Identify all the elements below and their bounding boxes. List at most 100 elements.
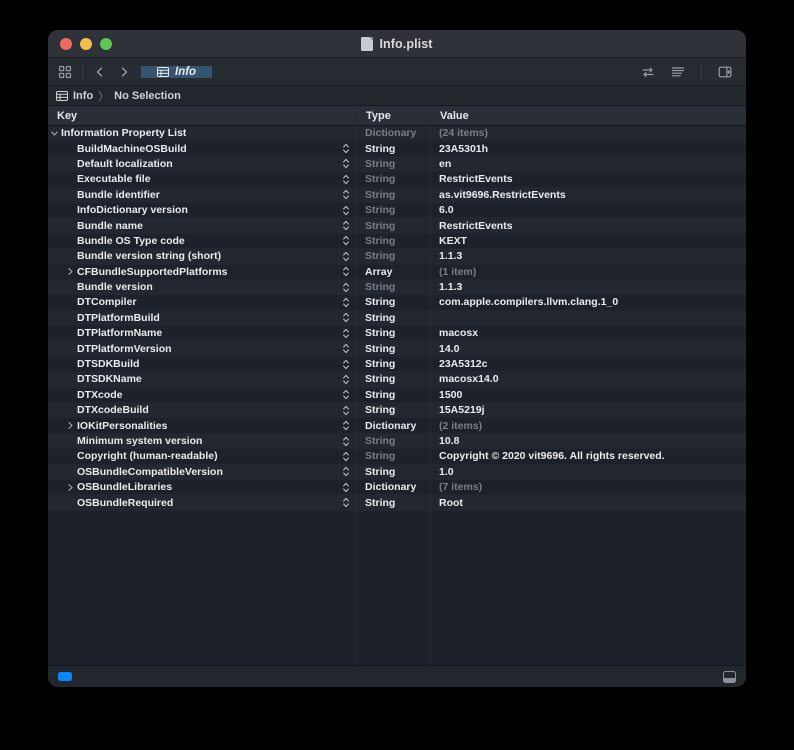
cell-type[interactable]: Array [356, 265, 430, 279]
cell-value[interactable]: 23A5301h [430, 141, 746, 155]
type-stepper-icon[interactable] [340, 205, 352, 216]
cell-key[interactable]: OSBundleCompatibleVersion [48, 465, 356, 479]
type-stepper-icon[interactable] [340, 266, 352, 277]
cell-key[interactable]: Bundle version string (short) [48, 249, 356, 263]
cell-value[interactable]: macosx14.0 [430, 372, 746, 386]
cell-type[interactable]: Dictionary [356, 126, 430, 140]
cell-type[interactable]: String [356, 141, 430, 155]
cell-value[interactable]: 23A5312c [430, 357, 746, 371]
type-stepper-icon[interactable] [340, 436, 352, 447]
cell-key[interactable]: IOKitPersonalities [48, 418, 356, 432]
type-stepper-icon[interactable] [340, 312, 352, 323]
cell-key[interactable]: Default localization [48, 157, 356, 171]
type-stepper-icon[interactable] [340, 235, 352, 246]
cell-key[interactable]: Bundle name [48, 218, 356, 232]
cell-key[interactable]: DTCompiler [48, 295, 356, 309]
cell-key[interactable]: DTPlatformBuild [48, 311, 356, 325]
forward-chevron-icon[interactable] [113, 61, 135, 83]
cell-value[interactable]: 1.0 [430, 465, 746, 479]
cell-value[interactable]: (24 items) [430, 126, 746, 140]
table-row[interactable]: BuildMachineOSBuild String 23A5301h [48, 141, 746, 157]
cell-key[interactable]: DTSDKBuild [48, 357, 356, 371]
cell-type[interactable]: String [356, 403, 430, 417]
cell-value[interactable]: (1 item) [430, 265, 746, 279]
chevron-down-icon[interactable] [48, 129, 61, 138]
cell-type[interactable]: String [356, 326, 430, 340]
cell-type[interactable]: String [356, 311, 430, 325]
column-header-type[interactable]: Type [356, 106, 430, 125]
type-stepper-icon[interactable] [340, 405, 352, 416]
breadcrumb-root[interactable]: Info [73, 90, 93, 102]
chevron-right-icon[interactable] [64, 483, 77, 492]
cell-type[interactable]: String [356, 357, 430, 371]
cell-type[interactable]: String [356, 280, 430, 294]
cell-value[interactable]: 1500 [430, 388, 746, 402]
cell-key[interactable]: InfoDictionary version [48, 203, 356, 217]
cell-value[interactable]: Copyright © 2020 vit9696. All rights res… [430, 449, 746, 463]
table-row[interactable]: Copyright (human-readable) String Copyrigh… [48, 449, 746, 465]
type-stepper-icon[interactable] [340, 451, 352, 462]
cell-key[interactable]: DTPlatformVersion [48, 341, 356, 355]
table-row[interactable]: DTSDKBuild String 23A5312c [48, 356, 746, 373]
chevron-right-icon[interactable] [64, 421, 77, 430]
table-row[interactable]: Bundle version string (short) String 1.1.3 [48, 249, 746, 265]
cell-key[interactable]: Executable file [48, 172, 356, 186]
cell-type[interactable]: String [356, 341, 430, 355]
table-row[interactable]: OSBundleLibraries Dictionary (7 items) [48, 479, 746, 496]
cell-value[interactable]: 10.8 [430, 434, 746, 448]
inspector-panel-icon[interactable] [714, 61, 736, 83]
type-stepper-icon[interactable] [340, 466, 352, 477]
table-row[interactable]: Executable file String RestrictEvents [48, 172, 746, 188]
zoom-button[interactable] [100, 37, 112, 50]
table-row[interactable]: IOKitPersonalities Dictionary (2 items) [48, 418, 746, 434]
table-row[interactable]: DTXcode String 1500 [48, 387, 746, 404]
cell-key[interactable]: CFBundleSupportedPlatforms [48, 265, 356, 279]
cell-type[interactable]: String [356, 295, 430, 309]
cell-key[interactable]: DTSDKName [48, 372, 356, 386]
show-panel-icon[interactable] [723, 670, 736, 683]
cell-key[interactable]: DTPlatformName [48, 326, 356, 340]
cell-type[interactable]: String [356, 372, 430, 386]
type-stepper-icon[interactable] [340, 174, 352, 185]
cell-key[interactable]: DTXcodeBuild [48, 403, 356, 417]
type-stepper-icon[interactable] [340, 189, 352, 200]
cell-value[interactable]: RestrictEvents [430, 218, 746, 232]
cell-key[interactable]: Bundle version [48, 280, 356, 294]
cell-type[interactable]: String [356, 218, 430, 232]
table-row[interactable]: OSBundleCompatibleVersion String 1.0 [48, 464, 746, 480]
table-row[interactable]: DTCompiler String com.apple.compilers.llvm… [48, 295, 746, 311]
cell-key[interactable]: OSBundleRequired [48, 495, 356, 509]
swap-arrows-icon[interactable] [637, 61, 659, 83]
table-row[interactable]: CFBundleSupportedPlatforms Array (1 item) [48, 264, 746, 280]
type-stepper-icon[interactable] [340, 497, 352, 508]
type-stepper-icon[interactable] [340, 220, 352, 231]
cell-value[interactable]: 14.0 [430, 341, 746, 355]
cell-value[interactable]: com.apple.compilers.llvm.clang.1_0 [430, 295, 746, 309]
table-row[interactable]: Bundle name String RestrictEvents [48, 218, 746, 234]
cell-key[interactable]: Bundle OS Type code [48, 234, 356, 248]
table-row[interactable]: DTPlatformBuild String [48, 310, 746, 327]
table-row[interactable]: Bundle identifier String as.vit9696.Restri… [48, 187, 746, 203]
cell-key[interactable]: Information Property List [48, 126, 356, 140]
table-row[interactable]: Default localization String en [48, 156, 746, 173]
type-stepper-icon[interactable] [340, 359, 352, 370]
cell-type[interactable]: String [356, 188, 430, 202]
cell-value[interactable]: 1.1.3 [430, 249, 746, 263]
cell-key[interactable]: Bundle identifier [48, 188, 356, 202]
table-row[interactable]: DTPlatformVersion String 14.0 [48, 341, 746, 357]
cell-value[interactable]: 15A5219j [430, 403, 746, 417]
type-stepper-icon[interactable] [340, 297, 352, 308]
list-lines-icon[interactable] [667, 61, 689, 83]
table-row[interactable]: DTSDKName String macosx14.0 [48, 372, 746, 388]
minimize-button[interactable] [80, 37, 92, 50]
cell-type[interactable]: String [356, 157, 430, 171]
cell-type[interactable]: String [356, 234, 430, 248]
cell-value[interactable]: (7 items) [430, 480, 746, 494]
type-stepper-icon[interactable] [340, 374, 352, 385]
cell-key[interactable]: Copyright (human-readable) [48, 449, 356, 463]
chevron-right-icon[interactable] [64, 267, 77, 276]
table-row[interactable]: Minimum system version String 10.8 [48, 433, 746, 450]
cell-value[interactable]: 6.0 [430, 203, 746, 217]
table-row[interactable]: OSBundleRequired String Root [48, 495, 746, 511]
cell-value[interactable]: RestrictEvents [430, 172, 746, 186]
